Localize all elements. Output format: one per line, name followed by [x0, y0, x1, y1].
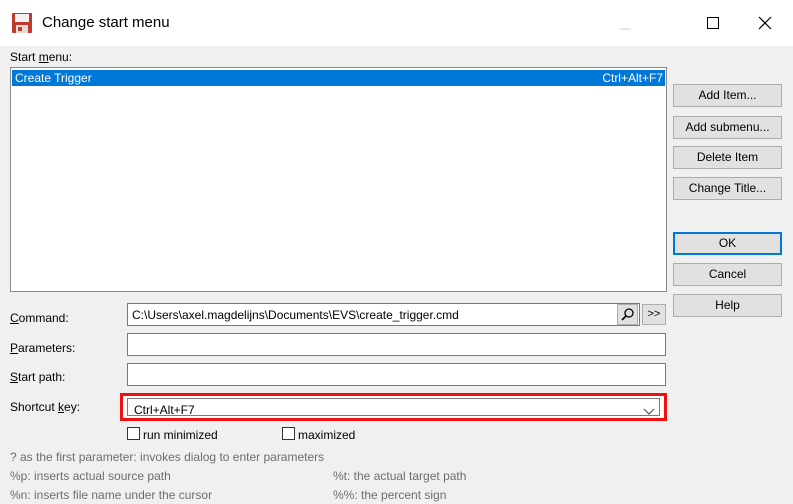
maximize-button[interactable]	[690, 0, 737, 46]
close-button[interactable]	[742, 0, 789, 46]
window-title: Change start menu	[42, 14, 170, 31]
start-path-label: Start path:	[10, 370, 66, 384]
start-menu-list[interactable]: Create Trigger Ctrl+Alt+F7	[10, 67, 667, 292]
command-input[interactable]: C:\Users\axel.magdelijns\Documents\EVS\c…	[127, 303, 640, 326]
help-text-line3-left: %n: inserts file name under the cursor	[10, 488, 213, 502]
run-minimized-label[interactable]: run minimized	[143, 428, 218, 442]
add-item-button[interactable]: Add Item...	[673, 84, 782, 107]
help-text-line2-right: %t: the actual target path	[333, 469, 467, 483]
change-start-menu-dialog: Change start menu Start menu: Create Tri…	[0, 0, 793, 504]
maximized-label[interactable]: maximized	[298, 428, 355, 442]
shortcut-key-select[interactable]: Ctrl+Alt+F7	[127, 398, 660, 419]
cancel-button[interactable]: Cancel	[673, 263, 782, 286]
search-icon	[621, 308, 634, 321]
more-button[interactable]: >>	[642, 304, 666, 325]
maximized-checkbox[interactable]	[282, 427, 295, 440]
close-icon	[758, 16, 772, 30]
shortcut-key-value: Ctrl+Alt+F7	[134, 403, 195, 417]
add-submenu-button[interactable]: Add submenu...	[673, 116, 782, 139]
title-bar[interactable]: Change start menu	[0, 0, 793, 46]
change-title-button[interactable]: Change Title...	[673, 177, 782, 200]
delete-item-button[interactable]: Delete Item	[673, 146, 782, 169]
chevron-down-icon	[643, 405, 655, 419]
list-item[interactable]: Create Trigger Ctrl+Alt+F7	[12, 70, 665, 86]
minimize-icon	[620, 28, 631, 30]
help-text-line2-left: %p: inserts actual source path	[10, 469, 171, 483]
browse-button[interactable]	[617, 304, 638, 325]
ok-button[interactable]: OK	[673, 232, 782, 255]
shortcut-key-label: Shortcut key:	[10, 400, 81, 414]
minimize-button[interactable]	[602, 0, 649, 46]
parameters-input[interactable]	[127, 333, 666, 356]
parameters-label: Parameters:	[10, 341, 76, 355]
help-text-line3-right: %%: the percent sign	[333, 488, 447, 502]
command-value: C:\Users\axel.magdelijns\Documents\EVS\c…	[132, 308, 459, 322]
list-item-name: Create Trigger	[15, 71, 92, 85]
help-button[interactable]: Help	[673, 294, 782, 317]
command-label: Command:	[10, 311, 69, 325]
start-menu-label: Start menu:	[10, 50, 73, 64]
start-path-input[interactable]	[127, 363, 666, 386]
help-text-line1: ? as the first parameter: invokes dialog…	[10, 450, 325, 464]
shortcut-key-highlight: Ctrl+Alt+F7	[120, 393, 667, 421]
maximize-icon	[707, 17, 719, 29]
run-minimized-checkbox[interactable]	[127, 427, 140, 440]
floppy-disk-icon	[11, 12, 33, 34]
list-item-shortcut: Ctrl+Alt+F7	[602, 71, 663, 85]
